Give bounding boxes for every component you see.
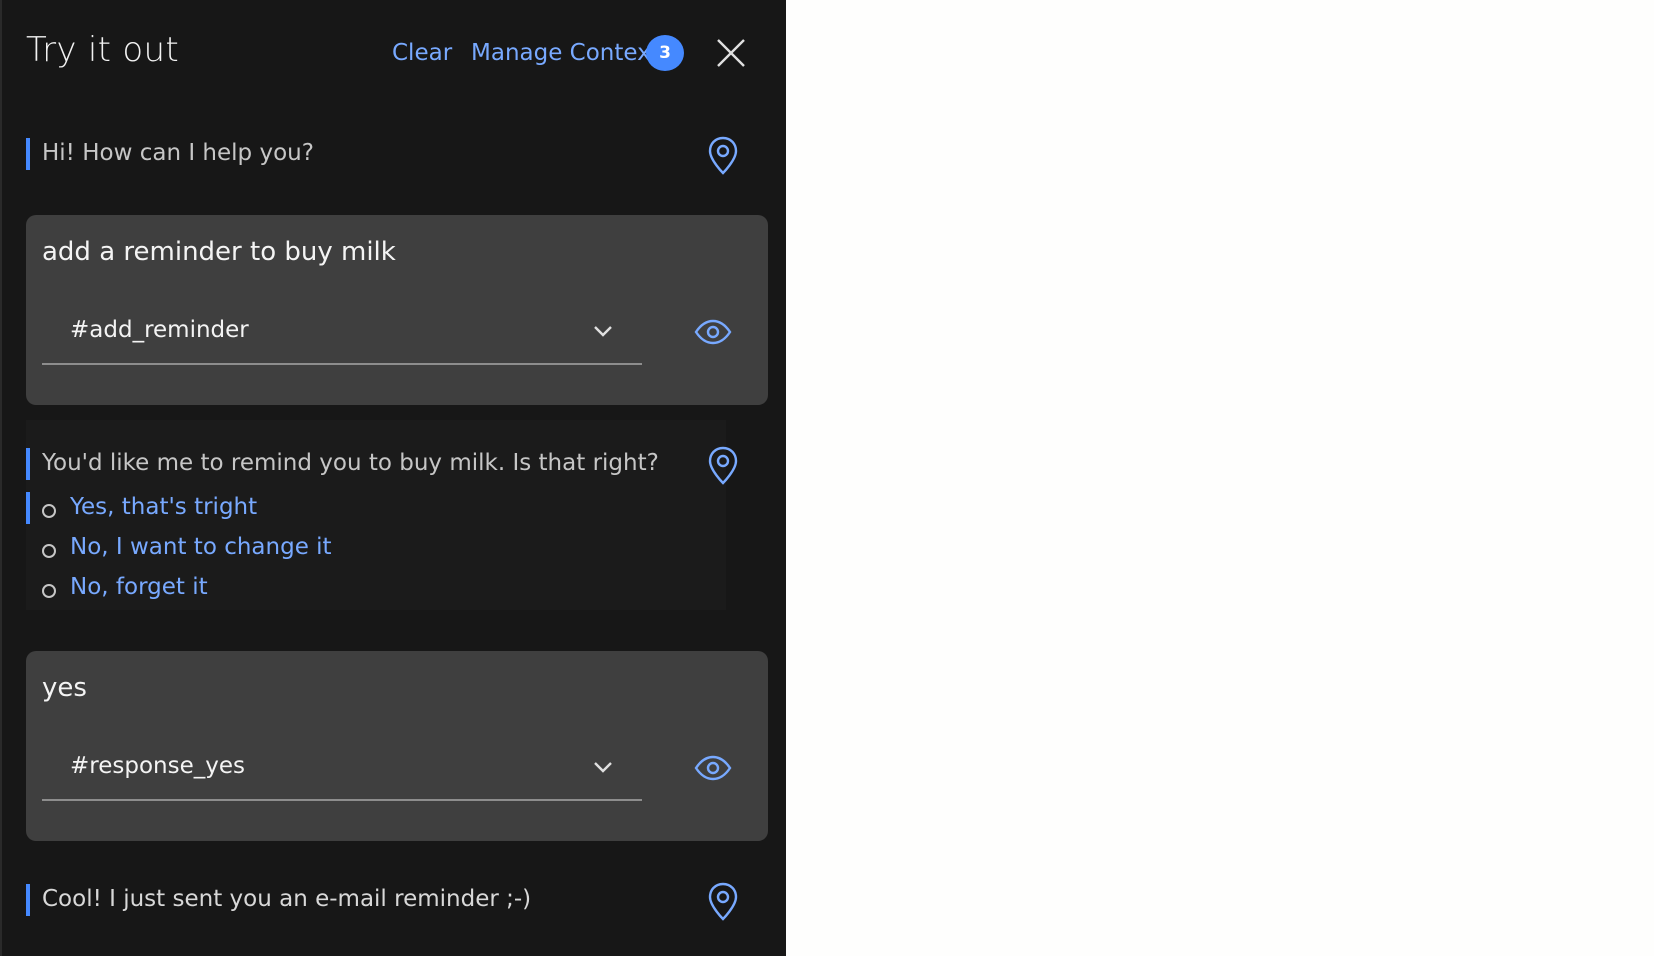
user-message-text: yes <box>42 673 87 703</box>
user-message-card: yes #response_yes <box>26 651 768 841</box>
location-pin-icon[interactable] <box>708 136 738 176</box>
bot-message-text: Hi! How can I help you? <box>42 140 314 166</box>
eye-icon[interactable] <box>694 755 732 781</box>
blank-workspace <box>786 0 1654 956</box>
option-change[interactable]: No, I want to change it <box>70 534 332 560</box>
message-accent-bar <box>26 884 30 916</box>
bot-message-final: Cool! I just sent you an e-mail reminder… <box>26 884 766 918</box>
message-accent-bar <box>26 448 30 480</box>
try-it-out-panel: Try it out Clear Manage Context 3 Hi! Ho… <box>0 0 786 956</box>
option-radio <box>42 504 56 518</box>
intent-dropdown[interactable]: #response_yes <box>42 741 642 801</box>
close-icon[interactable] <box>714 36 748 70</box>
location-pin-icon[interactable] <box>708 446 738 486</box>
chevron-down-icon <box>594 326 612 337</box>
option-accent-bar <box>26 492 30 524</box>
option-forget[interactable]: No, forget it <box>70 574 208 600</box>
location-pin-icon[interactable] <box>708 882 738 922</box>
user-message-card: add a reminder to buy milk #add_reminder <box>26 215 768 405</box>
option-yes[interactable]: Yes, that's tright <box>70 494 257 520</box>
manage-context-button[interactable]: Manage Context <box>471 40 660 66</box>
intent-value: #add_reminder <box>70 317 249 343</box>
message-accent-bar <box>26 138 30 170</box>
bot-message-text: Cool! I just sent you an e-mail reminder… <box>42 886 532 912</box>
context-count-badge: 3 <box>646 35 684 71</box>
option-radio <box>42 584 56 598</box>
chevron-down-icon <box>594 762 612 773</box>
bot-message-confirm: You'd like me to remind you to buy milk.… <box>26 448 766 618</box>
bot-message-greeting: Hi! How can I help you? <box>26 138 766 172</box>
panel-title: Try it out <box>26 30 179 70</box>
bot-message-text: You'd like me to remind you to buy milk.… <box>42 450 659 476</box>
user-message-text: add a reminder to buy milk <box>42 237 396 267</box>
clear-button[interactable]: Clear <box>392 40 452 66</box>
intent-dropdown[interactable]: #add_reminder <box>42 305 642 365</box>
intent-value: #response_yes <box>70 753 245 779</box>
option-radio <box>42 544 56 558</box>
eye-icon[interactable] <box>694 319 732 345</box>
